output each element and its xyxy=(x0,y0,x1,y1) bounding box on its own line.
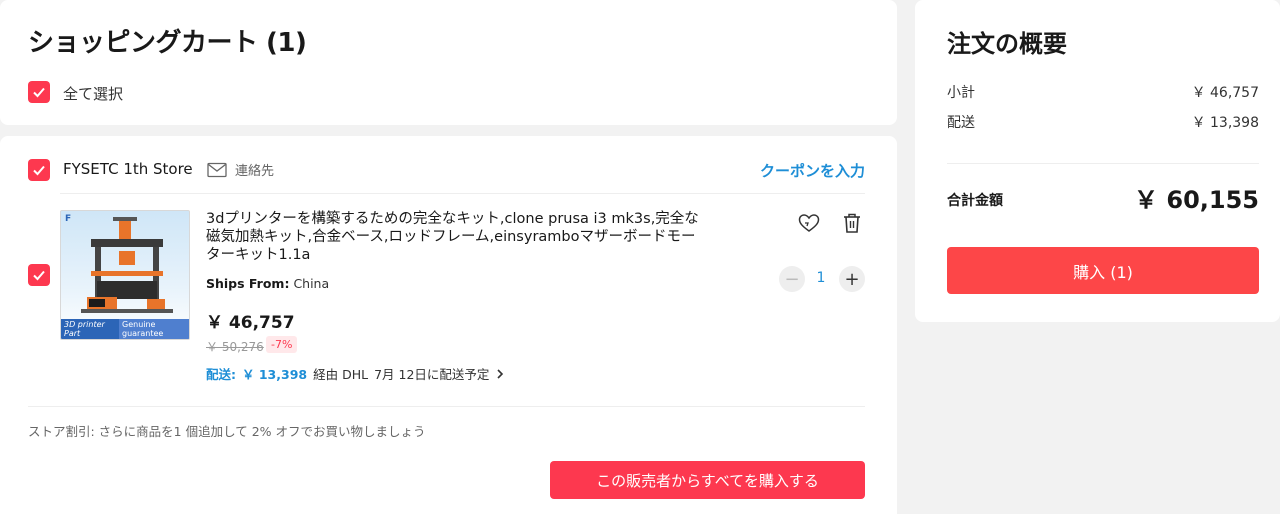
item-checkbox[interactable] xyxy=(28,264,50,286)
total-label: 合計金額 xyxy=(947,193,1003,209)
thumbnail-banner: 3D printer Part Genuine guarantee xyxy=(61,319,189,339)
original-price: ￥ 50,276 xyxy=(206,340,264,354)
ships-from: Ships From: China xyxy=(206,276,329,291)
ships-from-label: Ships From: xyxy=(206,276,290,291)
banner-right-text: Genuine guarantee xyxy=(119,319,189,339)
banner-left-text: 3D printer Part xyxy=(64,320,105,338)
mail-icon xyxy=(207,162,227,177)
order-summary-card: 注文の概要 小計 ￥ 46,757 配送 ￥ 13,398 合計金額 ￥ 60,… xyxy=(915,0,1280,322)
discount-badge: -7% xyxy=(266,336,298,353)
store-discount-text: ストア割引: さらに商品を1 個追加して 2% オフでお買い物しましょう xyxy=(28,424,426,439)
shipping-summary-value: ￥ 13,398 xyxy=(1191,115,1259,131)
delivery-date: 7月 12日に配送予定 xyxy=(374,367,490,382)
check-icon xyxy=(33,270,45,281)
select-all-checkbox[interactable] xyxy=(28,81,50,103)
divider xyxy=(28,406,865,407)
product-thumbnail[interactable]: F 3D printer Part Genuine guarantee xyxy=(60,210,190,340)
subtotal-value: ￥ 46,757 xyxy=(1191,85,1259,101)
shipping-summary-label: 配送 xyxy=(947,115,975,131)
cart-header-card: ショッピングカート (1) 全て選択 xyxy=(0,0,897,125)
shipping-row: 配送 ￥ 13,398 xyxy=(947,112,1259,132)
enter-coupon-link[interactable]: クーポンを入力 xyxy=(760,160,865,181)
total-value: ￥ 60,155 xyxy=(1134,186,1259,214)
check-icon xyxy=(33,87,45,98)
wishlist-button[interactable] xyxy=(796,210,822,236)
buy-all-from-seller-button[interactable]: この販売者からすべてを購入する xyxy=(550,461,865,499)
contact-label: 連絡先 xyxy=(235,164,275,179)
quantity-value[interactable]: 1 xyxy=(811,270,831,286)
contact-seller-link[interactable]: 連絡先 xyxy=(207,160,274,179)
product-title[interactable]: 3dプリンターを構築するための完全なキット,clone prusa i3 mk3… xyxy=(206,210,701,264)
ships-from-value: China xyxy=(293,276,330,291)
delete-button[interactable] xyxy=(839,210,865,236)
wishlist-heart-icon xyxy=(798,214,820,232)
quantity-decrease-button[interactable]: − xyxy=(779,266,805,292)
page-title: ショッピングカート (1) xyxy=(28,28,307,58)
shipping-method: 経由 DHL xyxy=(313,367,369,382)
subtotal-label: 小計 xyxy=(947,85,975,101)
shipping-label: 配送: xyxy=(206,367,236,382)
divider xyxy=(60,193,865,194)
trash-icon xyxy=(844,213,860,233)
store-name[interactable]: FYSETC 1th Store xyxy=(63,160,193,178)
shipping-cost: ￥ 13,398 xyxy=(242,367,308,382)
quantity-increase-button[interactable]: + xyxy=(839,266,865,292)
divider xyxy=(947,163,1259,164)
select-all-label: 全て選択 xyxy=(63,85,124,103)
buy-button[interactable]: 購入 (1) xyxy=(947,247,1259,294)
store-checkbox[interactable] xyxy=(28,159,50,181)
printer-image xyxy=(81,217,173,313)
shipping-info[interactable]: 配送: ￥ 13,398 経由 DHL 7月 12日に配送予定 xyxy=(206,364,505,383)
store-card: FYSETC 1th Store 連絡先 クーポンを入力 F 3D printe… xyxy=(0,136,897,514)
check-icon xyxy=(33,165,45,176)
summary-title: 注文の概要 xyxy=(947,30,1067,58)
item-price: ￥ 46,757 xyxy=(206,313,295,333)
chevron-right-icon xyxy=(497,368,504,379)
subtotal-row: 小計 ￥ 46,757 xyxy=(947,82,1259,102)
